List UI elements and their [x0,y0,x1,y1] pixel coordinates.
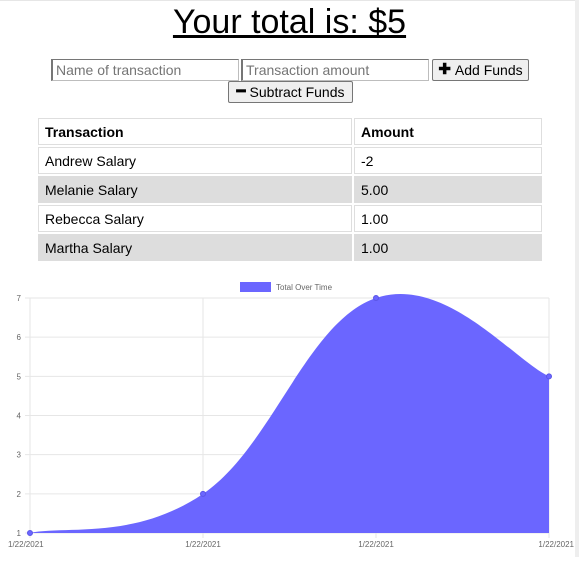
transaction-amount-input[interactable] [241,59,429,81]
y-tick-label: 5 [17,372,22,381]
transaction-amount-cell: 5.00 [354,176,542,203]
transaction-amount-cell: -2 [354,147,542,174]
y-tick-label: 6 [17,333,22,342]
plus-icon: ✚ [438,61,451,78]
x-axis-ticks: 1/22/2021 1/22/2021 1/22/2021 1/22/2021 [8,540,575,549]
transaction-form: ✚ Add Funds [0,59,579,83]
transaction-name-cell: Rebecca Salary [38,205,352,232]
total-over-time-chart: 1234567 1/22/2021 1/22/2021 1/22/2021 1/22/… [0,278,579,557]
legend-swatch [240,282,271,292]
legend-label: Total Over Time [276,283,333,292]
header-amount: Amount [354,118,542,145]
y-tick-label: 4 [17,412,22,421]
transaction-amount-cell: 1.00 [354,234,542,261]
y-tick-label: 1 [17,529,22,538]
header-transaction: Transaction [38,118,352,145]
add-funds-button[interactable]: ✚ Add Funds [432,59,529,81]
table-row: Martha Salary 1.00 [38,234,542,261]
transaction-name-cell: Andrew Salary [38,147,352,174]
data-point [373,295,379,301]
table-row: Andrew Salary -2 [38,147,542,174]
y-tick-label: 7 [17,294,22,303]
subtract-funds-button[interactable]: ━ Subtract Funds [228,81,353,103]
data-point [546,373,552,380]
add-funds-label: Add Funds [454,62,523,78]
x-tick-label: 1/22/2021 [8,540,44,549]
transaction-name-cell: Melanie Salary [38,176,352,203]
transaction-name-input[interactable] [51,59,239,81]
y-axis-ticks: 1 2 3 4 5 6 7 [17,294,22,538]
minus-icon: ━ [236,83,246,100]
x-tick-label: 1/22/2021 [185,540,221,549]
y-tick-label: 2 [17,490,22,499]
chart-svg: 1234567 1/22/2021 1/22/2021 1/22/2021 1/22/… [8,282,575,549]
table-header-row: Transaction Amount [38,118,542,145]
subtract-funds-label: Subtract Funds [249,84,345,100]
transaction-name-cell: Martha Salary [38,234,352,261]
transaction-amount-cell: 1.00 [354,205,542,232]
data-point [200,490,206,497]
y-tick-label: 3 [17,451,22,460]
transactions-table: Transaction Amount Andrew Salary -2 Mela… [36,116,544,263]
x-tick-label: 1/22/2021 [538,540,574,549]
table-row: Rebecca Salary 1.00 [38,205,542,232]
data-point [27,530,33,536]
x-tick-label: 1/22/2021 [358,540,394,549]
total-heading: Your total is: $5 [172,3,407,41]
window-top-edge [0,0,579,1]
series-area [30,293,549,533]
table-row: Melanie Salary 5.00 [38,176,542,203]
chart-legend: Total Over Time [240,282,333,292]
